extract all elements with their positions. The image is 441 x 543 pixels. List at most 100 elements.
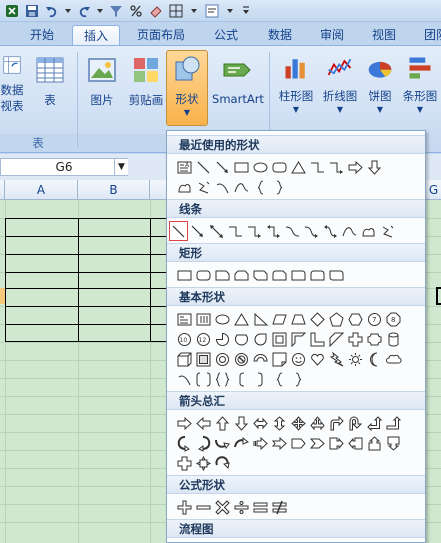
sun-shape[interactable]: [346, 349, 365, 369]
plaque-shape[interactable]: [365, 329, 384, 349]
equal-shape[interactable]: [251, 497, 270, 517]
chevron-shape[interactable]: [308, 433, 327, 453]
align-dropdown-icon[interactable]: [222, 3, 238, 19]
text-box-shape[interactable]: A: [175, 157, 194, 177]
redo-icon[interactable]: [76, 3, 92, 19]
cloud-shape[interactable]: [384, 349, 403, 369]
bent-up-arrow-shape[interactable]: [384, 413, 403, 433]
round-same-side-corner-rectangle-shape[interactable]: [308, 265, 327, 285]
elbow-connector-shape[interactable]: [226, 221, 245, 241]
trapezoid-shape[interactable]: [289, 309, 308, 329]
line-arrow-shape[interactable]: [213, 157, 232, 177]
left-right-arrow-callout-shape[interactable]: [175, 453, 194, 473]
u-turn-arrow-shape[interactable]: [346, 413, 365, 433]
tab-formulas[interactable]: 公式: [202, 25, 250, 46]
right-arrow-shape[interactable]: [346, 157, 365, 177]
rounded-rectangle-shape[interactable]: [194, 265, 213, 285]
line-shape-selected[interactable]: [169, 221, 188, 241]
isosceles-triangle-shape[interactable]: [232, 309, 251, 329]
triangle-shape[interactable]: [289, 157, 308, 177]
right-bracket-shape[interactable]: [251, 369, 270, 389]
curved-left-arrow-shape[interactable]: [194, 433, 213, 453]
left-arrow-shape[interactable]: [194, 413, 213, 433]
name-box[interactable]: G6: [0, 158, 128, 176]
curved-down-arrow-shape[interactable]: [232, 433, 251, 453]
heptagon-shape[interactable]: 7: [365, 309, 384, 329]
diamond-shape[interactable]: [308, 309, 327, 329]
column-chart-button[interactable]: 柱形图 ▼: [272, 52, 320, 114]
clipart-button[interactable]: 剪贴画: [122, 52, 170, 114]
left-brace-shape[interactable]: [270, 369, 289, 389]
curved-right-arrow-shape[interactable]: [175, 433, 194, 453]
row-header-selected[interactable]: [0, 288, 5, 304]
align-icon[interactable]: [204, 3, 220, 19]
hexagon-shape[interactable]: [346, 309, 365, 329]
excel-logo-icon[interactable]: [4, 3, 20, 19]
left-right-arrow-shape[interactable]: [251, 413, 270, 433]
curved-up-arrow-shape[interactable]: [213, 433, 232, 453]
parallelogram-shape[interactable]: [270, 309, 289, 329]
circular-arrow-shape[interactable]: [213, 453, 232, 473]
left-up-arrow-shape[interactable]: [365, 413, 384, 433]
up-arrow-callout-shape[interactable]: [365, 433, 384, 453]
l-shape[interactable]: [308, 329, 327, 349]
pentagon-arrow-shape[interactable]: [289, 433, 308, 453]
plus-shape[interactable]: [175, 497, 194, 517]
rectangle-shape[interactable]: [232, 157, 251, 177]
scribble-shape[interactable]: [378, 221, 397, 241]
save-icon[interactable]: [24, 3, 40, 19]
tab-page-layout[interactable]: 页面布局: [128, 25, 194, 46]
bent-arrow-shape[interactable]: [327, 413, 346, 433]
column-header-b[interactable]: B: [78, 180, 150, 200]
right-brace-shape[interactable]: [289, 369, 308, 389]
double-brace-shape[interactable]: [213, 369, 232, 389]
customize-qat-icon[interactable]: [238, 3, 254, 19]
tab-team[interactable]: 团队: [416, 25, 441, 46]
round-diagonal-corner-rectangle-shape[interactable]: [327, 265, 346, 285]
down-arrow-shape[interactable]: [365, 157, 384, 177]
arc-shape[interactable]: [175, 369, 194, 389]
not-equal-shape[interactable]: [270, 497, 289, 517]
chord-shape[interactable]: [232, 329, 251, 349]
elbow-arrow-connector-shape[interactable]: [245, 221, 264, 241]
name-box-dropdown-icon[interactable]: ▼: [114, 159, 128, 175]
left-brace-shape[interactable]: [251, 177, 270, 197]
curved-connector-shape[interactable]: [283, 221, 302, 241]
striped-right-arrow-shape[interactable]: [251, 433, 270, 453]
elbow-arrow-connector-shape[interactable]: [327, 157, 346, 177]
can-shape[interactable]: [384, 329, 403, 349]
undo-icon[interactable]: [44, 3, 60, 19]
minus-shape[interactable]: [194, 497, 213, 517]
heart-shape[interactable]: [308, 349, 327, 369]
no-symbol-shape[interactable]: [232, 349, 251, 369]
cube-shape[interactable]: [175, 349, 194, 369]
table-button[interactable]: 表: [26, 52, 74, 114]
tab-data[interactable]: 数据: [256, 25, 304, 46]
lightning-bolt-shape[interactable]: [327, 349, 346, 369]
smartart-button[interactable]: SmartArt: [210, 52, 266, 114]
division-shape[interactable]: [232, 497, 251, 517]
down-arrow-callout-shape[interactable]: [384, 433, 403, 453]
column-header-g[interactable]: G: [426, 180, 441, 200]
curved-double-arrow-connector-shape[interactable]: [321, 221, 340, 241]
oval-shape[interactable]: [251, 157, 270, 177]
left-arrow-callout-shape[interactable]: [346, 433, 365, 453]
right-arrow-shape[interactable]: [175, 413, 194, 433]
donut-shape[interactable]: [213, 349, 232, 369]
teardrop-shape[interactable]: [251, 329, 270, 349]
folded-corner-shape[interactable]: [270, 349, 289, 369]
snip-same-side-corner-rectangle-shape[interactable]: [232, 265, 251, 285]
eraser-icon[interactable]: [148, 3, 164, 19]
diagonal-stripe-shape[interactable]: [327, 329, 346, 349]
snip-diagonal-corner-rectangle-shape[interactable]: [251, 265, 270, 285]
filter-icon[interactable]: [108, 3, 124, 19]
multiply-shape[interactable]: [213, 497, 232, 517]
block-arc-shape[interactable]: [251, 349, 270, 369]
line-shape[interactable]: [194, 157, 213, 177]
arc-shape[interactable]: [213, 177, 232, 197]
shapes-button[interactable]: 形状 ▼: [166, 50, 208, 126]
cross-shape[interactable]: [346, 329, 365, 349]
snip-round-rectangle-shape[interactable]: [270, 265, 289, 285]
left-bracket-shape[interactable]: [232, 369, 251, 389]
line-arrow-shape[interactable]: [188, 221, 207, 241]
